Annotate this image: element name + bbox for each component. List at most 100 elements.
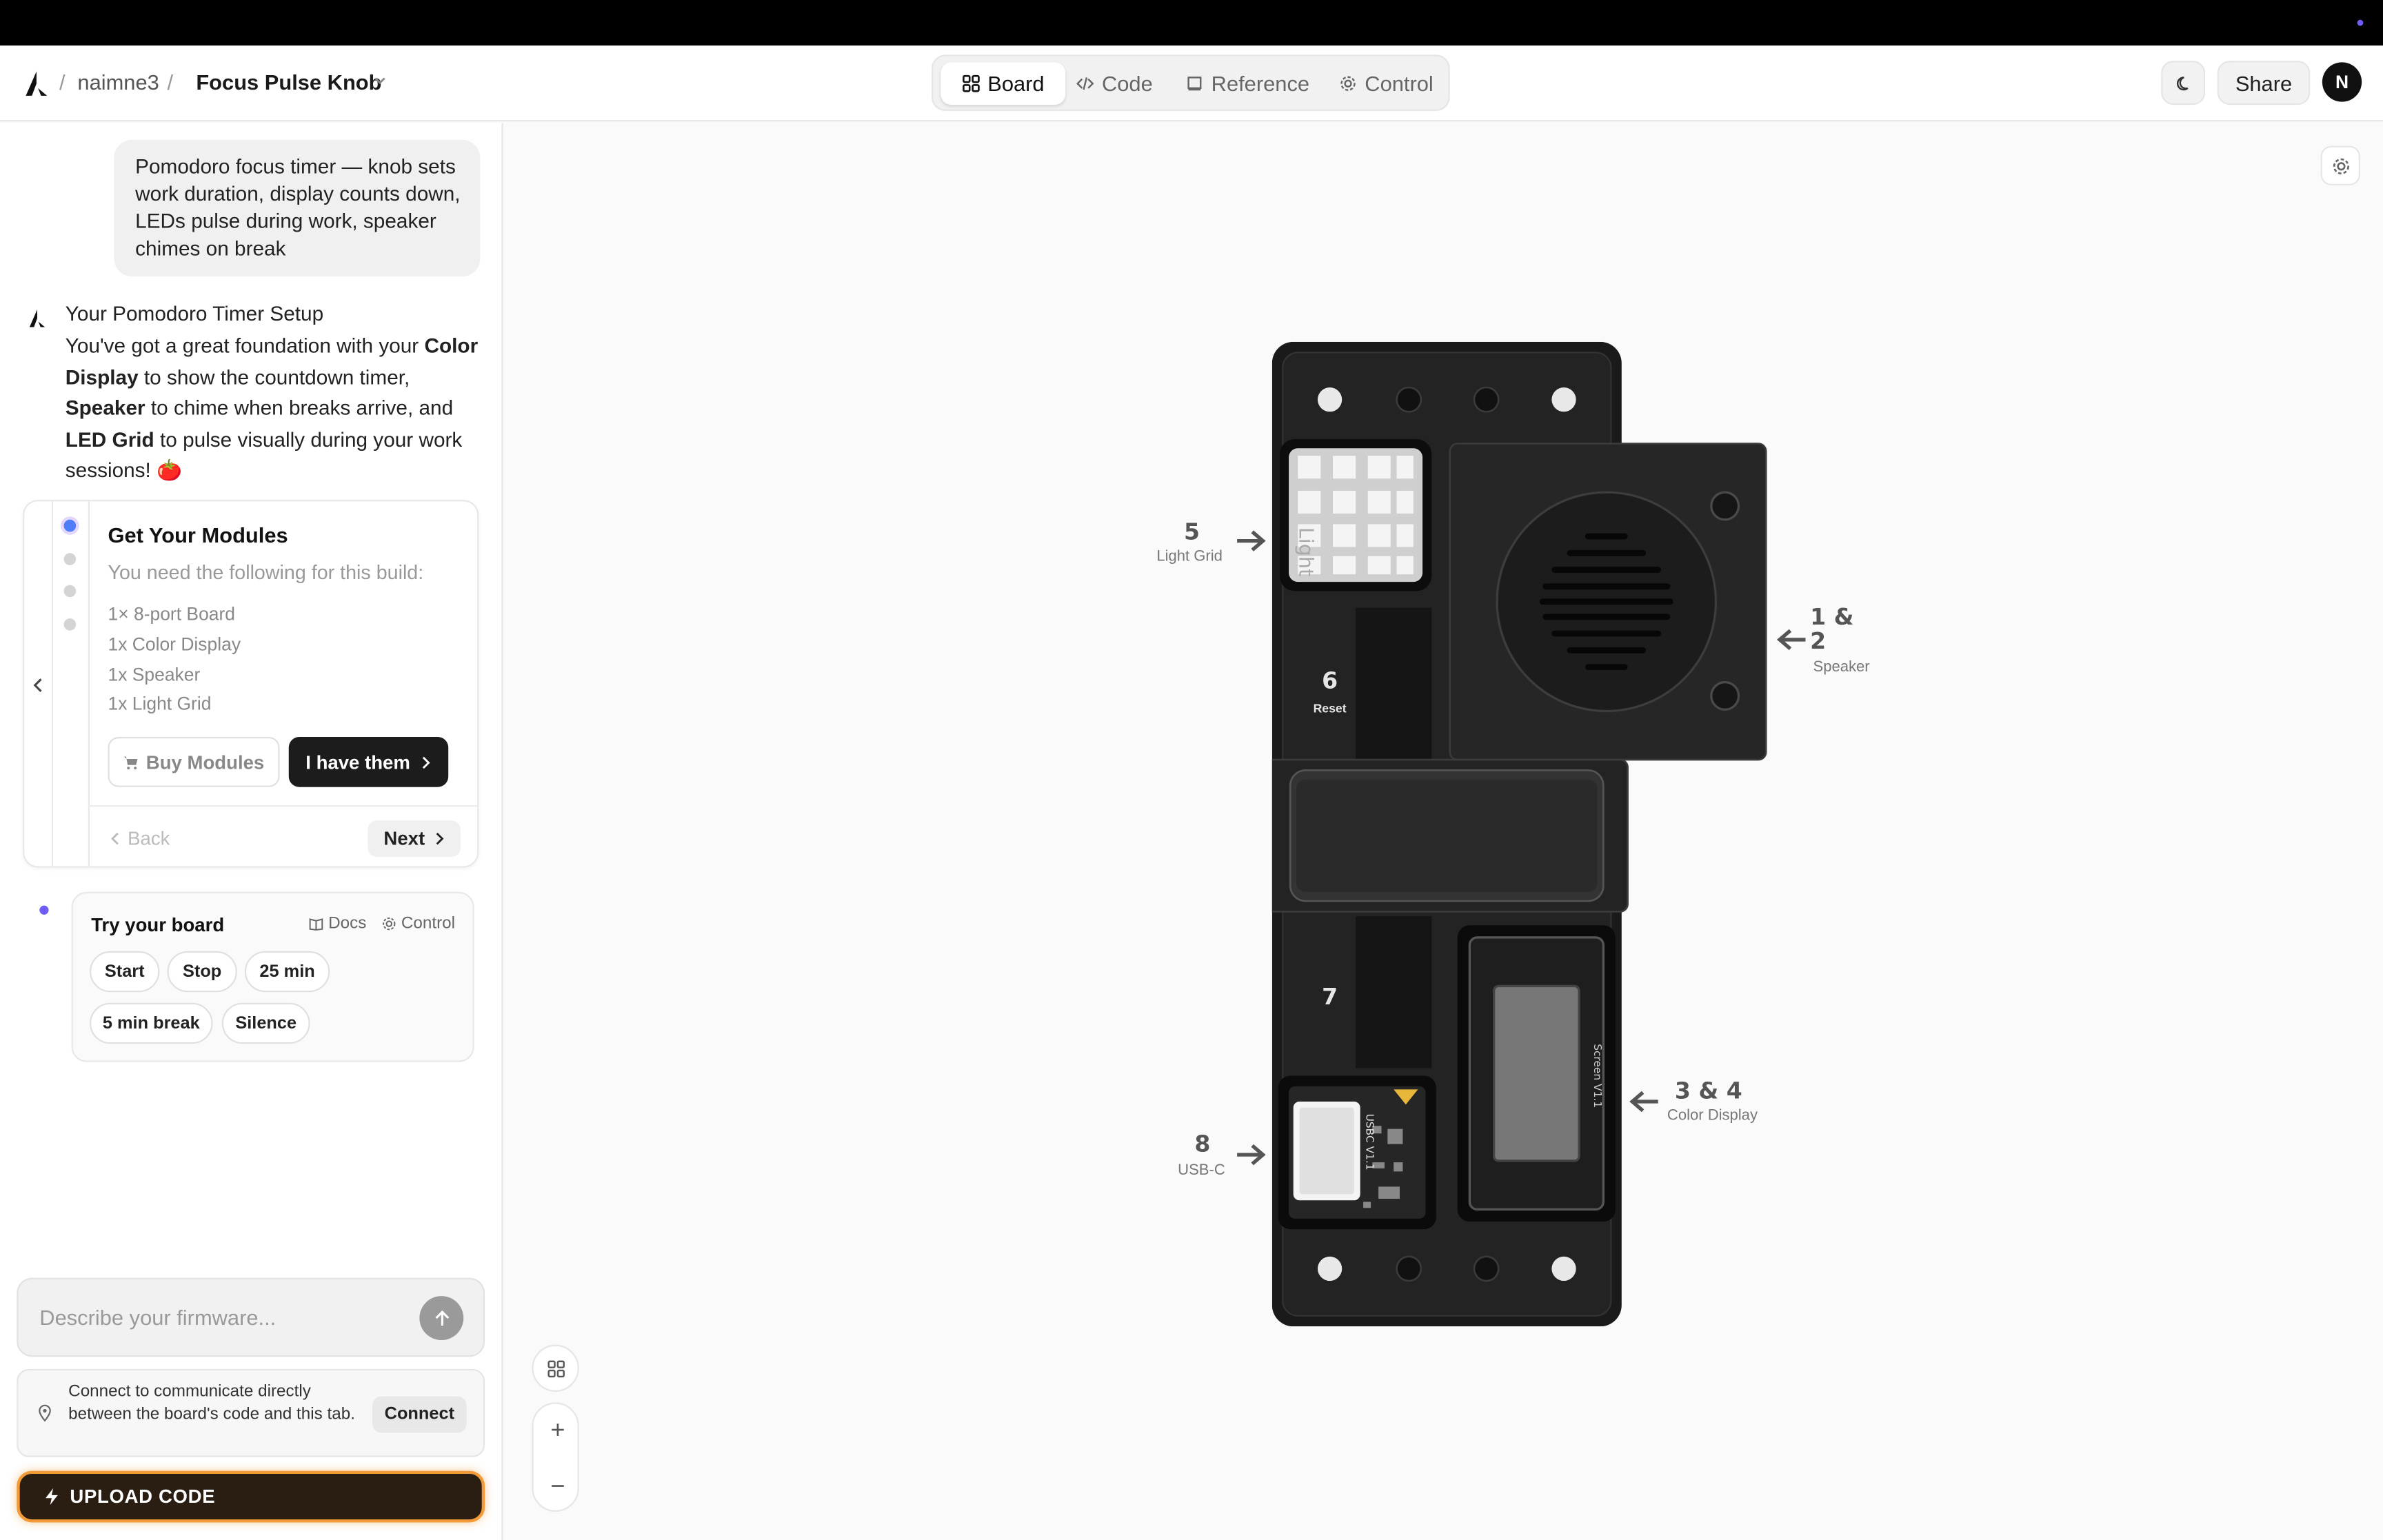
avatar[interactable]: N — [2322, 62, 2362, 102]
tab-label: Board — [987, 71, 1045, 96]
step-rail — [51, 501, 54, 867]
plus-icon — [550, 1424, 563, 1436]
port-6-number: 6 — [1322, 667, 1338, 693]
breadcrumb-separator: / — [59, 70, 66, 94]
chevron-left-icon[interactable] — [30, 676, 46, 694]
port-5-name: Light Grid — [1156, 548, 1223, 565]
lightning-icon — [46, 1488, 58, 1506]
arrow-up-icon — [434, 1309, 449, 1325]
step-indicator[interactable] — [63, 585, 77, 598]
tab-label: Control — [1365, 71, 1434, 96]
canvas-settings-button[interactable] — [2320, 145, 2360, 185]
tab-label: Code — [1101, 71, 1153, 96]
step-footer-divider — [88, 805, 478, 807]
tab-label: Reference — [1211, 71, 1310, 96]
chevron-right-icon — [435, 832, 443, 845]
step-indicator-active[interactable] — [63, 519, 77, 532]
back-button[interactable]: Back — [110, 828, 170, 849]
port-6-name: Reset — [1314, 702, 1347, 716]
arrow-right-icon — [1237, 1144, 1266, 1166]
grid-icon — [547, 1359, 564, 1377]
setup-step-card: Get Your Modules You need the following … — [23, 500, 479, 868]
theme-toggle-button[interactable] — [2161, 61, 2206, 105]
module-list-item: 1x Light Grid — [108, 693, 212, 714]
board-illustration[interactable]: Light 6 Reset 7 Screen V1.1 USBC V1.1 — [1271, 341, 1873, 1327]
zoom-in-button[interactable] — [534, 1404, 581, 1456]
module-list-item: 1× 8-port Board — [108, 603, 236, 625]
pin-icon — [39, 1404, 51, 1422]
tab-code[interactable]: Code — [1064, 62, 1165, 105]
book-icon — [309, 918, 323, 931]
arrow-right-icon — [1237, 530, 1266, 551]
zoom-out-button[interactable] — [534, 1460, 581, 1512]
gear-icon — [2332, 157, 2349, 174]
module-list-item: 1x Color Display — [108, 634, 241, 655]
chevron-right-icon — [422, 756, 430, 769]
control-link[interactable]: Control — [381, 915, 455, 933]
5-min-break-chip[interactable]: 5 min break — [90, 1002, 213, 1044]
status-dot — [2357, 19, 2364, 26]
connect-button[interactable]: Connect — [372, 1396, 467, 1433]
step-indicator[interactable] — [63, 553, 77, 565]
buy-modules-button[interactable]: Buy Modules — [108, 736, 280, 787]
step-divider — [88, 501, 90, 867]
user-message: Pomodoro focus timer — knob sets work du… — [114, 139, 481, 277]
board-canvas[interactable]: 5 Light Grid 1 & 2 Speaker 3 & 4 Color D… — [504, 123, 2383, 1540]
25-min-chip[interactable]: 25 min — [244, 951, 330, 993]
highlight-speaker: Speaker — [65, 396, 145, 420]
step-title: Get Your Modules — [108, 523, 288, 547]
tab-reference[interactable]: Reference — [1174, 62, 1322, 105]
tab-control[interactable]: Control — [1327, 62, 1445, 105]
firmware-composer — [17, 1277, 485, 1357]
connect-card: Connect to communicate directly between … — [17, 1368, 485, 1457]
chevron-left-icon — [111, 832, 119, 845]
breadcrumb-user[interactable]: naimne3 — [77, 70, 159, 94]
chat-sidebar: Pomodoro focus timer — knob sets work du… — [0, 123, 503, 1540]
step-subtitle: You need the following for this build: — [108, 560, 424, 584]
book-icon — [1187, 77, 1202, 91]
i-have-them-button[interactable]: I have them — [288, 736, 449, 787]
cart-icon — [123, 756, 138, 769]
start-chip[interactable]: Start — [90, 951, 160, 993]
port-8-name: USB-C — [1178, 1162, 1225, 1179]
zoom-controls — [532, 1402, 579, 1512]
light-grid-silkscreen: Light — [1295, 527, 1318, 576]
top-black-bar — [0, 0, 2383, 46]
breadcrumb-project[interactable]: Focus Pulse Knob — [196, 70, 381, 94]
try-board-card: Try your board Docs Control Start Stop 2… — [71, 891, 474, 1062]
moon-icon — [2175, 76, 2188, 90]
docs-link[interactable]: Docs — [308, 915, 366, 933]
view-tabs: Board Code Reference Control — [932, 54, 1450, 111]
stop-chip[interactable]: Stop — [167, 951, 237, 993]
port-8-number: 8 — [1194, 1130, 1211, 1158]
send-button[interactable] — [419, 1296, 464, 1341]
port-7-number: 7 — [1322, 983, 1338, 1010]
chevron-down-icon[interactable] — [372, 73, 388, 88]
next-button[interactable]: Next — [368, 820, 461, 858]
upload-code-button[interactable]: UPLOAD CODE — [17, 1470, 485, 1523]
firmware-prompt-input[interactable] — [39, 1300, 405, 1335]
breadcrumb-separator: / — [167, 70, 174, 94]
screen-silkscreen: Screen V1.1 — [1591, 1044, 1604, 1108]
silence-chip[interactable]: Silence — [221, 1002, 310, 1044]
try-board-title: Try your board — [91, 914, 225, 936]
share-button[interactable]: Share — [2217, 61, 2311, 105]
app-logo-icon[interactable] — [23, 70, 50, 97]
assistant-logo-icon — [29, 310, 46, 327]
highlight-led-grid: LED Grid — [65, 428, 154, 452]
assistant-title: Your Pomodoro Timer Setup — [65, 302, 324, 325]
status-dot — [39, 905, 49, 915]
fit-view-button[interactable] — [532, 1344, 579, 1392]
minus-icon — [550, 1485, 563, 1487]
step-indicator[interactable] — [63, 618, 77, 631]
code-icon — [1076, 77, 1094, 90]
connect-description: Connect to communicate directly between … — [68, 1382, 355, 1424]
module-list-item: 1x Speaker — [108, 664, 201, 686]
port-5-number: 5 — [1183, 518, 1200, 546]
tab-board[interactable]: Board — [941, 62, 1066, 105]
grid-icon — [962, 74, 980, 92]
assistant-message: You've got a great foundation with your … — [65, 334, 479, 483]
gear-icon — [383, 917, 396, 931]
app-header: / naimne3 / Focus Pulse Knob Board Code … — [0, 45, 2383, 122]
gear-icon — [1340, 76, 1356, 91]
